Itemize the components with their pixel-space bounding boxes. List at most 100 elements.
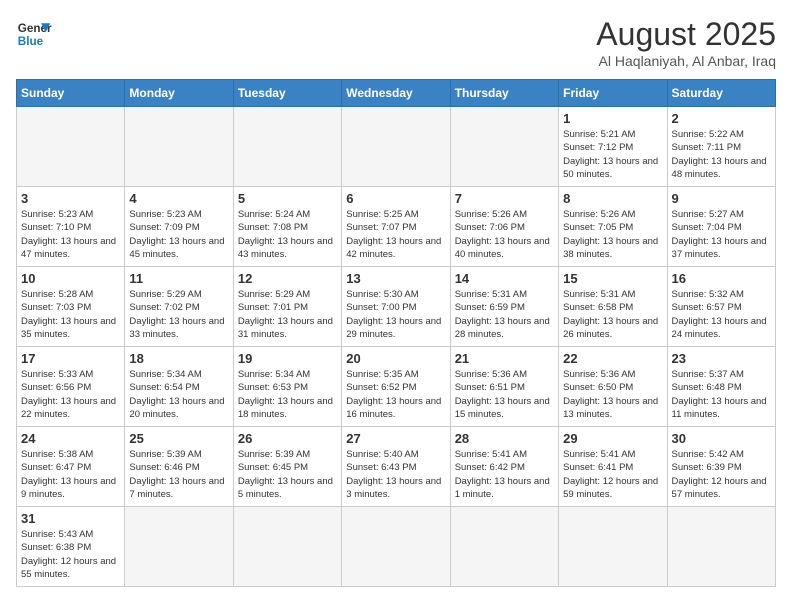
calendar-cell: [450, 107, 558, 187]
calendar-cell: 18 Sunrise: 5:34 AM Sunset: 6:54 PM Dayli…: [125, 347, 233, 427]
day-header-thursday: Thursday: [450, 80, 558, 107]
day-info: Sunrise: 5:43 AM Sunset: 6:38 PM Dayligh…: [21, 528, 120, 581]
calendar-table: SundayMondayTuesdayWednesdayThursdayFrid…: [16, 79, 776, 587]
day-number: 9: [672, 191, 771, 206]
day-number: 28: [455, 431, 554, 446]
title-area: August 2025 Al Haqlaniyah, Al Anbar, Ira…: [596, 16, 776, 69]
calendar-cell: 11Sunrise: 5:29 AM Sunset: 7:02 PM Dayli…: [125, 267, 233, 347]
month-title: August 2025: [596, 16, 776, 53]
day-number: 5: [238, 191, 337, 206]
day-info: Sunrise: 5:26 AM Sunset: 7:06 PM Dayligh…: [455, 208, 554, 261]
calendar-cell: 14 Sunrise: 5:31 AM Sunset: 6:59 PM Dayli…: [450, 267, 558, 347]
logo-icon: General Blue: [16, 16, 52, 52]
calendar-cell: 27 Sunrise: 5:40 AM Sunset: 6:43 PM Dayli…: [342, 427, 450, 507]
svg-text:Blue: Blue: [18, 35, 44, 48]
calendar-week-6: 31Sunrise: 5:43 AM Sunset: 6:38 PM Dayli…: [17, 507, 776, 587]
calendar-cell: 20 Sunrise: 5:35 AM Sunset: 6:52 PM Dayli…: [342, 347, 450, 427]
day-info: Sunrise: 5:39 AM Sunset: 6:46 PM Dayligh…: [129, 448, 228, 501]
calendar-cell: 3 Sunrise: 5:23 AM Sunset: 7:10 PM Daylig…: [17, 187, 125, 267]
calendar-week-1: 1Sunrise: 5:21 AM Sunset: 7:12 PM Daylig…: [17, 107, 776, 187]
day-number: 4: [129, 191, 228, 206]
calendar-cell: [125, 107, 233, 187]
day-info: Sunrise: 5:26 AM Sunset: 7:05 PM Dayligh…: [563, 208, 662, 261]
day-number: 21: [455, 351, 554, 366]
day-number: 7: [455, 191, 554, 206]
calendar-cell: [450, 507, 558, 587]
calendar-cell: [342, 507, 450, 587]
day-number: 19: [238, 351, 337, 366]
calendar-cell: 13 Sunrise: 5:30 AM Sunset: 7:00 PM Dayli…: [342, 267, 450, 347]
day-header-wednesday: Wednesday: [342, 80, 450, 107]
day-info: Sunrise: 5:34 AM Sunset: 6:53 PM Dayligh…: [238, 368, 337, 421]
day-number: 6: [346, 191, 445, 206]
calendar-header-row: SundayMondayTuesdayWednesdayThursdayFrid…: [17, 80, 776, 107]
calendar-week-3: 10Sunrise: 5:28 AM Sunset: 7:03 PM Dayli…: [17, 267, 776, 347]
day-info: Sunrise: 5:39 AM Sunset: 6:45 PM Dayligh…: [238, 448, 337, 501]
day-number: 1: [563, 111, 662, 126]
day-number: 25: [129, 431, 228, 446]
calendar-cell: 30Sunrise: 5:42 AM Sunset: 6:39 PM Dayli…: [667, 427, 775, 507]
calendar-cell: 19 Sunrise: 5:34 AM Sunset: 6:53 PM Dayli…: [233, 347, 341, 427]
calendar-cell: [125, 507, 233, 587]
day-info: Sunrise: 5:36 AM Sunset: 6:50 PM Dayligh…: [563, 368, 662, 421]
day-number: 3: [21, 191, 120, 206]
calendar-cell: 16 Sunrise: 5:32 AM Sunset: 6:57 PM Dayli…: [667, 267, 775, 347]
calendar-cell: 9Sunrise: 5:27 AM Sunset: 7:04 PM Daylig…: [667, 187, 775, 267]
day-header-tuesday: Tuesday: [233, 80, 341, 107]
day-number: 8: [563, 191, 662, 206]
calendar-cell: 26 Sunrise: 5:39 AM Sunset: 6:45 PM Dayli…: [233, 427, 341, 507]
day-number: 12: [238, 271, 337, 286]
day-info: Sunrise: 5:29 AM Sunset: 7:02 PM Dayligh…: [129, 288, 228, 341]
calendar-cell: 28Sunrise: 5:41 AM Sunset: 6:42 PM Dayli…: [450, 427, 558, 507]
calendar-week-4: 17 Sunrise: 5:33 AM Sunset: 6:56 PM Dayli…: [17, 347, 776, 427]
page-header: General Blue August 2025 Al Haqlaniyah, …: [16, 16, 776, 69]
calendar-cell: 12 Sunrise: 5:29 AM Sunset: 7:01 PM Dayli…: [233, 267, 341, 347]
day-info: Sunrise: 5:23 AM Sunset: 7:10 PM Dayligh…: [21, 208, 120, 261]
day-info: Sunrise: 5:24 AM Sunset: 7:08 PM Dayligh…: [238, 208, 337, 261]
location-title: Al Haqlaniyah, Al Anbar, Iraq: [596, 53, 776, 69]
calendar-cell: 21 Sunrise: 5:36 AM Sunset: 6:51 PM Dayli…: [450, 347, 558, 427]
day-number: 27: [346, 431, 445, 446]
calendar-cell: 29Sunrise: 5:41 AM Sunset: 6:41 PM Dayli…: [559, 427, 667, 507]
day-number: 2: [672, 111, 771, 126]
calendar-cell: 31Sunrise: 5:43 AM Sunset: 6:38 PM Dayli…: [17, 507, 125, 587]
day-info: Sunrise: 5:40 AM Sunset: 6:43 PM Dayligh…: [346, 448, 445, 501]
day-info: Sunrise: 5:31 AM Sunset: 6:58 PM Dayligh…: [563, 288, 662, 341]
day-info: Sunrise: 5:36 AM Sunset: 6:51 PM Dayligh…: [455, 368, 554, 421]
calendar-cell: [233, 107, 341, 187]
day-number: 18: [129, 351, 228, 366]
day-header-friday: Friday: [559, 80, 667, 107]
calendar-week-5: 24Sunrise: 5:38 AM Sunset: 6:47 PM Dayli…: [17, 427, 776, 507]
day-number: 20: [346, 351, 445, 366]
day-number: 14: [455, 271, 554, 286]
day-info: Sunrise: 5:35 AM Sunset: 6:52 PM Dayligh…: [346, 368, 445, 421]
day-info: Sunrise: 5:28 AM Sunset: 7:03 PM Dayligh…: [21, 288, 120, 341]
calendar-cell: [233, 507, 341, 587]
day-number: 23: [672, 351, 771, 366]
day-info: Sunrise: 5:33 AM Sunset: 6:56 PM Dayligh…: [21, 368, 120, 421]
day-number: 22: [563, 351, 662, 366]
day-info: Sunrise: 5:34 AM Sunset: 6:54 PM Dayligh…: [129, 368, 228, 421]
day-number: 17: [21, 351, 120, 366]
calendar-cell: 5 Sunrise: 5:24 AM Sunset: 7:08 PM Daylig…: [233, 187, 341, 267]
calendar-cell: 17 Sunrise: 5:33 AM Sunset: 6:56 PM Dayli…: [17, 347, 125, 427]
calendar-cell: 7 Sunrise: 5:26 AM Sunset: 7:06 PM Daylig…: [450, 187, 558, 267]
calendar-cell: 4Sunrise: 5:23 AM Sunset: 7:09 PM Daylig…: [125, 187, 233, 267]
day-info: Sunrise: 5:31 AM Sunset: 6:59 PM Dayligh…: [455, 288, 554, 341]
day-info: Sunrise: 5:30 AM Sunset: 7:00 PM Dayligh…: [346, 288, 445, 341]
day-header-saturday: Saturday: [667, 80, 775, 107]
calendar-cell: 22 Sunrise: 5:36 AM Sunset: 6:50 PM Dayli…: [559, 347, 667, 427]
day-info: Sunrise: 5:42 AM Sunset: 6:39 PM Dayligh…: [672, 448, 771, 501]
calendar-cell: 10Sunrise: 5:28 AM Sunset: 7:03 PM Dayli…: [17, 267, 125, 347]
day-number: 16: [672, 271, 771, 286]
calendar-cell: 1Sunrise: 5:21 AM Sunset: 7:12 PM Daylig…: [559, 107, 667, 187]
day-info: Sunrise: 5:32 AM Sunset: 6:57 PM Dayligh…: [672, 288, 771, 341]
day-info: Sunrise: 5:29 AM Sunset: 7:01 PM Dayligh…: [238, 288, 337, 341]
day-number: 13: [346, 271, 445, 286]
day-info: Sunrise: 5:25 AM Sunset: 7:07 PM Dayligh…: [346, 208, 445, 261]
day-number: 26: [238, 431, 337, 446]
day-number: 15: [563, 271, 662, 286]
calendar-cell: 15 Sunrise: 5:31 AM Sunset: 6:58 PM Dayli…: [559, 267, 667, 347]
calendar-week-2: 3 Sunrise: 5:23 AM Sunset: 7:10 PM Daylig…: [17, 187, 776, 267]
day-number: 29: [563, 431, 662, 446]
